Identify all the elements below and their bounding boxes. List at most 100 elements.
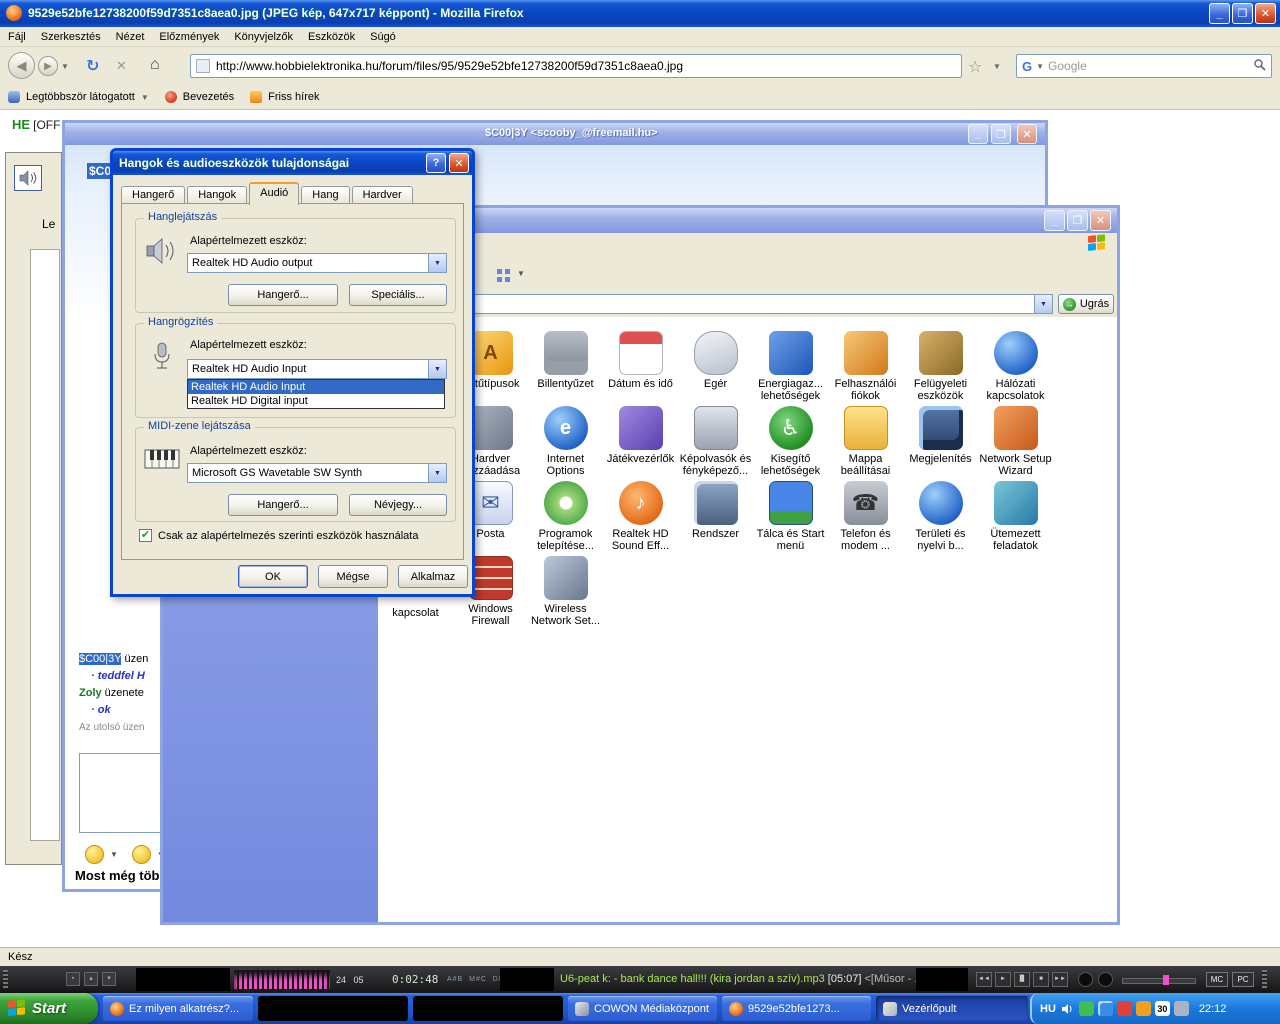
midi-combo-arrow-icon[interactable]: ▼ — [428, 464, 446, 482]
player-eject-button[interactable]: ▴ — [84, 972, 98, 986]
home-icon[interactable]: ⌂ — [150, 56, 160, 74]
cp-item-mouse[interactable]: Egér — [678, 331, 753, 390]
recording-device-combo[interactable]: Realtek HD Audio Input ▼ — [187, 359, 447, 379]
task-item-control-panel[interactable]: Vezérlőpult — [876, 996, 1028, 1021]
mc-button[interactable]: MC — [1206, 972, 1228, 987]
dropdown-option-digital-input[interactable]: Realtek HD Digital input — [188, 394, 444, 408]
tab-audio[interactable]: Audió — [249, 182, 300, 205]
search-magnifier-icon[interactable] — [1253, 58, 1266, 74]
cp-item-internet-options[interactable]: e Internet Options — [528, 406, 603, 477]
playback-device-combo[interactable]: Realtek HD Audio output ▼ — [187, 253, 447, 273]
cp-item-network-connections[interactable]: Hálózati kapcsolatok — [978, 331, 1053, 402]
cp-item-accessibility[interactable]: ♿ Kisegítő lehetőségek — [753, 406, 828, 477]
back-button[interactable]: ◀ — [8, 52, 35, 79]
bookmark-dropdown-icon[interactable]: ▼ — [993, 62, 1001, 71]
url-text[interactable]: http://www.hobbielektronika.hu/forum/fil… — [216, 59, 683, 73]
cp-item-add-remove-programs[interactable]: Programok telepítése... — [528, 481, 603, 552]
stop-icon[interactable]: ✕ — [116, 58, 127, 74]
playback-combo-arrow-icon[interactable]: ▼ — [428, 254, 446, 272]
cp-item-network-setup[interactable]: Network Setup Wizard — [978, 406, 1053, 477]
cp-item-datetime[interactable]: Dátum és idő — [603, 331, 678, 390]
next-track-button[interactable]: ►► — [1052, 972, 1068, 987]
cp-minimize-button[interactable]: _ — [1044, 210, 1065, 231]
battery-indicator[interactable]: 30 — [1154, 1001, 1170, 1016]
bookmark-getting-started[interactable]: Bevezetés — [183, 91, 234, 103]
cp-item-realtek[interactable]: ♪ Realtek HD Sound Eff... — [603, 481, 678, 552]
dropdown-option-audio-input[interactable]: Realtek HD Audio Input — [188, 380, 444, 394]
cp-item-display[interactable]: Megjelenítés — [903, 406, 978, 465]
cp-item-power[interactable]: Energiagaz... lehetőségek — [753, 331, 828, 402]
smiley-icon[interactable] — [85, 845, 104, 864]
bookmark-star-icon[interactable]: ☆ — [968, 57, 982, 77]
checkbox-checked-icon[interactable]: ✔ — [139, 529, 152, 542]
views-dropdown-icon[interactable]: ▼ — [517, 269, 525, 278]
cp-item-phone-modem[interactable]: ☎ Telefon és modem ... — [828, 481, 903, 552]
chat-maximize-button[interactable]: ❐ — [991, 124, 1011, 144]
cp-item-scanners-cameras[interactable]: Képolvasók és fényképező... — [678, 406, 753, 477]
task-item-censored[interactable] — [413, 996, 563, 1021]
update-tray-icon[interactable] — [1135, 1001, 1151, 1016]
display-tray-icon[interactable] — [1097, 1001, 1113, 1016]
dock-grip-right[interactable] — [1262, 970, 1267, 989]
reload-icon[interactable]: ↻ — [86, 56, 99, 76]
cp-item-regional[interactable]: Területi és nyelvi b... — [903, 481, 978, 552]
player-menu-button[interactable]: ▪ — [66, 972, 80, 986]
seek-thumb[interactable] — [1163, 975, 1169, 985]
recording-combo-arrow-icon[interactable]: ▼ — [428, 360, 446, 378]
search-box[interactable]: G ▼ Google — [1016, 54, 1272, 78]
pc-button[interactable]: PC — [1232, 972, 1254, 987]
search-engine-dropdown-icon[interactable]: ▼ — [1036, 62, 1044, 71]
apply-button[interactable]: Alkalmaz — [398, 565, 468, 588]
history-dropdown-icon[interactable]: ▼ — [61, 62, 69, 71]
url-bar[interactable]: http://www.hobbielektronika.hu/forum/fil… — [190, 54, 962, 78]
menu-history[interactable]: Előzmények — [159, 31, 219, 43]
bookmark-latest-headlines[interactable]: Friss hírek — [268, 91, 319, 103]
bookmark-most-visited[interactable]: Legtöbbször látogatott — [26, 91, 135, 103]
chat-footer-link[interactable]: Most még több — [75, 868, 167, 883]
wink-smiley-icon[interactable] — [131, 845, 151, 864]
task-item-forum-thread[interactable]: Ez milyen alkatrész?... — [103, 996, 253, 1021]
playback-advanced-button[interactable]: Speciális... — [349, 284, 447, 306]
player-options-button[interactable]: ▾ — [102, 972, 116, 986]
balance-knob[interactable] — [1098, 972, 1113, 987]
cp-maximize-button[interactable]: ❐ — [1067, 210, 1088, 231]
midi-device-combo[interactable]: Microsoft GS Wavetable SW Synth ▼ — [187, 463, 447, 483]
menu-file[interactable]: Fájl — [8, 31, 26, 43]
cp-item-wireless-setup[interactable]: Wireless Network Set... — [528, 556, 603, 627]
search-placeholder[interactable]: Google — [1048, 59, 1087, 73]
cp-item-scheduled-tasks[interactable]: Ütemezett feladatok — [978, 481, 1053, 552]
midi-volume-button[interactable]: Hangerő... — [228, 494, 338, 516]
cp-item-taskbar-startmenu[interactable]: Tálca és Start menü — [753, 481, 828, 552]
chat-close-button[interactable]: ✕ — [1017, 124, 1037, 144]
playback-volume-button[interactable]: Hangerő... — [228, 284, 338, 306]
pause-button[interactable]: ▐▌ — [1014, 972, 1030, 987]
cancel-button[interactable]: Mégse — [318, 565, 388, 588]
most-visited-dropdown-icon[interactable]: ▼ — [141, 93, 149, 102]
midi-about-button[interactable]: Névjegy... — [349, 494, 447, 516]
cp-item-partial[interactable]: kapcsolat — [378, 604, 453, 619]
address-dropdown-icon[interactable]: ▼ — [1034, 295, 1052, 313]
cp-close-button[interactable]: ✕ — [1090, 210, 1111, 231]
prev-track-button[interactable]: ◄◄ — [976, 972, 992, 987]
go-button[interactable]: → Ugrás — [1058, 294, 1114, 314]
dialog-help-button[interactable]: ? — [426, 153, 446, 173]
google-icon[interactable]: G — [1022, 59, 1032, 74]
cp-item-system[interactable]: Rendszer — [678, 481, 753, 540]
menu-bookmarks[interactable]: Könyvjelzők — [234, 31, 293, 43]
volume-knob[interactable] — [1078, 972, 1093, 987]
volume-tray-icon[interactable] — [1060, 1001, 1075, 1016]
close-button[interactable]: ✕ — [1255, 3, 1276, 24]
stop-playback-button[interactable]: ■ — [1033, 972, 1049, 987]
cp-item-folder-options[interactable]: Mappa beállításai — [828, 406, 903, 477]
cp-item-game-controllers[interactable]: Játékvezérlők — [603, 406, 678, 465]
menu-edit[interactable]: Szerkesztés — [41, 31, 101, 43]
play-button[interactable]: ► — [995, 972, 1011, 987]
menu-view[interactable]: Nézet — [116, 31, 145, 43]
menu-help[interactable]: Súgó — [370, 31, 396, 43]
seek-slider[interactable] — [1122, 975, 1196, 985]
dialog-close-button[interactable]: ✕ — [449, 153, 469, 173]
task-item-cowon[interactable]: COWON Médiaközpont — [568, 996, 717, 1021]
task-item-censored[interactable] — [258, 996, 408, 1021]
start-button[interactable]: Start — [0, 993, 98, 1024]
task-item-image[interactable]: 9529e52bfe1273... — [722, 996, 871, 1021]
